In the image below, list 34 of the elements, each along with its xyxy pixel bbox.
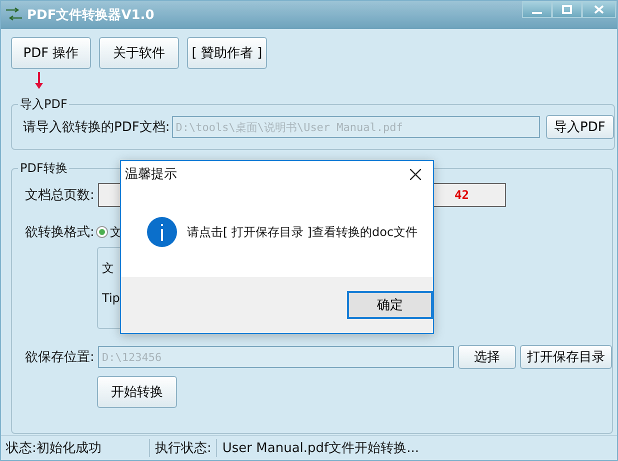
dialog-message: 请点击[ 打开保存目录 ]查看转换的doc文件 xyxy=(187,224,418,240)
close-icon[interactable] xyxy=(410,168,421,180)
format-label: 欲转换格式: xyxy=(25,224,96,241)
import-pdf-button[interactable]: 导入PDF xyxy=(546,115,614,139)
import-label: 请导入欲转换的PDF文档: xyxy=(23,119,170,136)
close-icon xyxy=(594,5,604,14)
app-icon xyxy=(5,7,23,21)
info-icon xyxy=(147,217,177,247)
minimize-button[interactable] xyxy=(522,1,552,18)
exec-status-text: User Manual.pdf文件开始转换... xyxy=(222,440,420,457)
maximize-icon xyxy=(562,5,572,14)
dialog-title: 温馨提示 xyxy=(125,166,177,183)
toolbar-button[interactable]: 关于软件 xyxy=(99,37,179,69)
choose-button[interactable]: 选择 xyxy=(458,345,516,369)
start-convert-button[interactable]: 开始转换 xyxy=(97,376,177,408)
group-title: 导入PDF xyxy=(19,96,68,113)
open-folder-button[interactable]: 打开保存目录 xyxy=(520,345,612,369)
arrow-down-icon xyxy=(34,72,44,90)
close-button[interactable] xyxy=(582,1,616,18)
group-title: PDF转换 xyxy=(19,160,68,177)
info-text: Tip xyxy=(102,291,120,305)
ok-button[interactable]: 确定 xyxy=(347,291,433,319)
save-location-label: 欲保存位置: xyxy=(25,349,96,366)
info-text: 文 xyxy=(102,260,114,277)
radio-button[interactable] xyxy=(96,226,108,238)
toolbar-button[interactable]: PDF 操作 xyxy=(11,37,91,69)
page-count-label: 文档总页数: xyxy=(25,187,96,204)
minimize-icon xyxy=(532,12,542,14)
status-text: 状态:初始化成功 xyxy=(4,440,102,457)
window-title: PDF文件转换器V1.0 xyxy=(27,6,154,24)
maximize-button[interactable] xyxy=(552,1,582,18)
toolbar-button[interactable]: [ 贊助作者 ] xyxy=(187,37,267,69)
exec-status-label: 执行状态: xyxy=(155,440,212,457)
radio-label: 文 xyxy=(110,224,122,240)
